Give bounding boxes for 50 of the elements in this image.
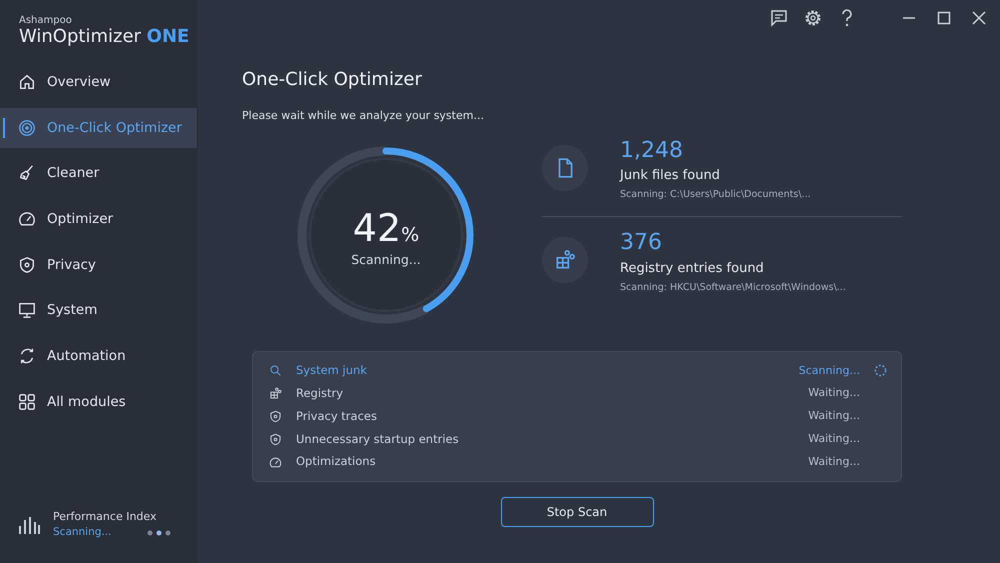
- bar-chart-icon: [18, 516, 40, 534]
- cubes-icon: [554, 249, 576, 272]
- cycle-icon: [18, 347, 36, 366]
- task-label: Optimizations: [296, 453, 376, 470]
- stat-label: Registry entries found: [620, 260, 765, 278]
- progress-percent: 42%: [352, 208, 420, 246]
- gauge-icon: [269, 456, 282, 469]
- sidebar-item[interactable]: Privacy: [0, 244, 197, 285]
- shield-icon: [269, 410, 282, 423]
- grid-icon: [18, 392, 36, 411]
- task-status: Waiting...: [808, 454, 860, 470]
- sidebar-item[interactable]: Optimizer: [0, 199, 197, 240]
- performance-title: Performance Index: [53, 508, 158, 525]
- page-title: One-Click Optimizer: [242, 68, 423, 92]
- stat-detail: Scanning: HKCU\Software\Microsoft\Windows\...: [620, 281, 846, 296]
- sidebar-item[interactable]: Automation: [0, 336, 197, 376]
- stat-count: 1,248: [620, 138, 684, 163]
- gauge-icon: [18, 210, 36, 228]
- target-icon: [18, 118, 36, 137]
- spinner-icon: [874, 364, 887, 378]
- search-icon: [269, 364, 282, 378]
- task-status: Scanning...: [798, 362, 860, 379]
- page-subtitle: Please wait while we analyze your system...: [242, 108, 485, 124]
- app-logo: WinOptimizer ONE: [19, 28, 190, 46]
- sidebar-item[interactable]: System: [0, 290, 197, 330]
- shield-icon: [269, 432, 282, 446]
- progress-status: Scanning...: [350, 251, 422, 269]
- sidebar-item[interactable]: Cleaner: [0, 153, 197, 194]
- monitor-icon: [18, 301, 36, 320]
- sidebar-item[interactable]: Overview: [0, 62, 197, 102]
- stat-count: 376: [620, 231, 663, 256]
- sidebar-item[interactable]: All modules: [0, 382, 197, 422]
- broom-icon: [18, 164, 36, 182]
- task-label: Privacy traces: [296, 408, 377, 425]
- stat-label: Junk files found: [620, 166, 721, 185]
- task-label: Registry: [296, 385, 344, 402]
- loading-dots-icon: [147, 530, 172, 536]
- home-icon: [18, 73, 36, 91]
- sidebar-item[interactable]: One-Click Optimizer: [0, 108, 197, 148]
- task-status: Waiting...: [808, 408, 860, 424]
- task-label: Unnecessary startup entries: [296, 430, 459, 448]
- cubes-icon: [269, 387, 282, 400]
- stop-scan-button[interactable]: Stop Scan: [500, 497, 654, 528]
- shield-icon: [18, 256, 36, 274]
- task-label: System junk: [296, 362, 367, 380]
- stat-detail: Scanning: C:\Users\Public\Documents\...: [620, 188, 811, 202]
- task-status: Waiting...: [808, 385, 860, 402]
- performance-status: Scanning...: [53, 525, 112, 540]
- task-status: Waiting...: [808, 431, 860, 448]
- brand-label: Ashampoo: [19, 14, 73, 28]
